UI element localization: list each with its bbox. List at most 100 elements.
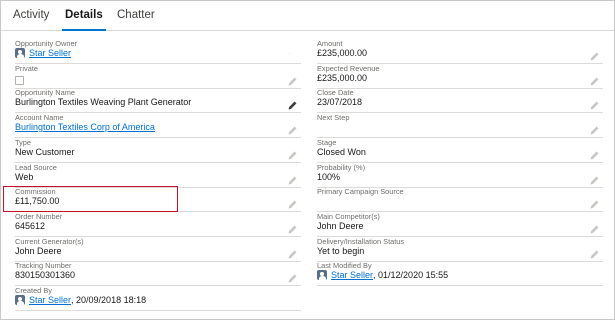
field-text: £235,000.00 bbox=[317, 72, 368, 83]
field-text: Yet to begin bbox=[317, 245, 365, 256]
edit-pencil-icon[interactable] bbox=[288, 221, 297, 234]
field-value: 645612 bbox=[15, 221, 45, 231]
field-opportunity-name: Opportunity Name Burlington Textiles Weav… bbox=[15, 88, 301, 114]
field-label: Main Competitor(s) bbox=[317, 211, 380, 221]
field-value: Star Seller, 01/12/2020 15:55 bbox=[317, 270, 449, 281]
field-text: Closed Won bbox=[317, 146, 366, 157]
field-value: 23/07/2018 bbox=[317, 97, 362, 107]
tab-chatter-label: Chatter bbox=[117, 9, 155, 21]
field-main-competitor-s: Main Competitor(s) John Deere bbox=[317, 212, 603, 237]
field-delivery-installation-status: Delivery/Installation Status Yet to begin bbox=[317, 237, 603, 262]
field-close-date: Close Date 23/07/2018 bbox=[317, 88, 603, 114]
account-link[interactable]: Burlington Textiles Corp of America bbox=[15, 122, 155, 132]
field-stage: Stage Closed Won bbox=[317, 138, 603, 163]
field-value: 830150301360 bbox=[15, 270, 75, 280]
active-tab-indicator bbox=[62, 29, 106, 31]
field-value: Burlington Textiles Weaving Plant Genera… bbox=[15, 97, 191, 107]
field-value: Yet to begin bbox=[317, 246, 364, 256]
field-value: John Deere bbox=[317, 221, 364, 231]
edit-pencil-icon[interactable] bbox=[288, 270, 297, 283]
field-label: Amount bbox=[317, 39, 343, 48]
field-amount: Amount £235,000.00 bbox=[317, 39, 603, 64]
timestamp: , 20/09/2018 18:18 bbox=[71, 295, 147, 305]
field-text: Web bbox=[15, 171, 34, 182]
field-text: 23/07/2018 bbox=[317, 97, 363, 108]
field-label: Account Name bbox=[15, 113, 64, 123]
field-created-by: Created By Star Seller, 20/09/2018 18:18 bbox=[15, 286, 301, 311]
edit-pencil-icon[interactable] bbox=[288, 122, 297, 135]
field-value bbox=[15, 73, 24, 85]
field-divider bbox=[317, 285, 603, 287]
tab-bar: Activity Details Chatter bbox=[1, 1, 614, 31]
field-value: £235,000.00 bbox=[317, 48, 367, 58]
private-checkbox[interactable] bbox=[15, 75, 24, 85]
field-primary-campaign-source: Primary Campaign Source bbox=[317, 187, 603, 213]
field-value: Star Seller bbox=[15, 48, 71, 58]
field-label: Opportunity Name bbox=[15, 88, 75, 98]
field-value: Web bbox=[15, 172, 33, 182]
tab-details[interactable]: Details bbox=[62, 1, 106, 31]
details-panel: Activity Details Chatter Opportunity Own… bbox=[0, 0, 615, 320]
field-value: Star Seller, 20/09/2018 18:18 bbox=[15, 295, 146, 305]
field-text: 830150301360 bbox=[15, 270, 76, 281]
edit-pencil-icon[interactable] bbox=[590, 122, 599, 135]
field-value: John Deere bbox=[15, 246, 62, 256]
field-tracking-number: Tracking Number 830150301360 bbox=[15, 261, 301, 287]
field-label: Order Number bbox=[15, 211, 63, 221]
user-avatar-icon bbox=[15, 48, 25, 58]
tab-chatter[interactable]: Chatter bbox=[117, 1, 155, 31]
timestamp: , 01/12/2020 15:55 bbox=[373, 270, 449, 281]
user-link[interactable]: Star Seller bbox=[331, 270, 373, 280]
field-probability: Probability (%) 100% bbox=[317, 163, 603, 188]
field-label: Next Step bbox=[317, 113, 350, 123]
edit-pencil-icon[interactable] bbox=[590, 196, 599, 209]
field-text: Burlington Textiles Weaving Plant Genera… bbox=[15, 97, 192, 108]
field-account-name: Account Name Burlington Textiles Corp of … bbox=[15, 113, 301, 139]
field-value: 100% bbox=[317, 172, 340, 182]
field-value: Burlington Textiles Corp of America bbox=[15, 122, 155, 132]
change-owner-icon[interactable]: · bbox=[289, 51, 295, 57]
field-current-generator-s: Current Generator(s) John Deere bbox=[15, 237, 301, 262]
field-label: Created By bbox=[15, 286, 52, 295]
field-label: Tracking Number bbox=[15, 261, 72, 271]
field-label: Probability (%) bbox=[317, 162, 366, 172]
field-label: Stage bbox=[317, 137, 337, 147]
field-expected-revenue: Expected Revenue £235,000.00 bbox=[317, 64, 603, 89]
field-label: Close Date bbox=[317, 88, 354, 98]
field-text: John Deere bbox=[15, 245, 62, 256]
edit-pencil-icon[interactable] bbox=[590, 73, 599, 86]
edit-pencil-icon[interactable] bbox=[590, 246, 599, 259]
edit-pencil-icon[interactable] bbox=[590, 172, 599, 184]
field-label: Private bbox=[15, 63, 39, 73]
field-label: Type bbox=[15, 137, 32, 147]
field-label: Opportunity Owner bbox=[15, 39, 78, 48]
tab-activity-label: Activity bbox=[13, 9, 50, 21]
user-link[interactable]: Star Seller bbox=[29, 295, 71, 305]
edit-pencil-icon[interactable] bbox=[288, 73, 297, 86]
commission-highlight-box bbox=[3, 186, 178, 212]
field-label: Current Generator(s) bbox=[15, 236, 84, 246]
field-type: Type New Customer bbox=[15, 138, 301, 163]
edit-pencil-icon[interactable] bbox=[590, 97, 599, 110]
field-opportunity-owner: Opportunity Owner Star Seller · bbox=[15, 39, 301, 64]
edit-pencil-icon[interactable] bbox=[590, 48, 599, 61]
user-link[interactable]: Star Seller bbox=[29, 48, 71, 58]
edit-pencil-icon[interactable] bbox=[288, 246, 297, 259]
field-order-number: Order Number 645612 bbox=[15, 212, 301, 237]
field-text: 100% bbox=[317, 171, 341, 182]
edit-pencil-icon[interactable] bbox=[590, 147, 599, 160]
field-label: Primary Campaign Source bbox=[317, 187, 404, 197]
field-value: New Customer bbox=[15, 147, 75, 157]
field-label: Expected Revenue bbox=[317, 63, 380, 73]
field-text: John Deere bbox=[317, 220, 364, 231]
user-avatar-icon bbox=[15, 295, 25, 305]
edit-pencil-icon[interactable] bbox=[288, 172, 297, 184]
edit-pencil-icon[interactable] bbox=[590, 221, 599, 234]
tab-activity[interactable]: Activity bbox=[13, 1, 49, 31]
field-label: Last Modified By bbox=[317, 261, 372, 271]
field-divider bbox=[15, 310, 301, 311]
edit-pencil-icon[interactable] bbox=[288, 97, 297, 110]
edit-pencil-icon[interactable] bbox=[288, 147, 297, 160]
edit-pencil-icon[interactable] bbox=[288, 196, 297, 209]
field-value: Closed Won bbox=[317, 147, 366, 157]
